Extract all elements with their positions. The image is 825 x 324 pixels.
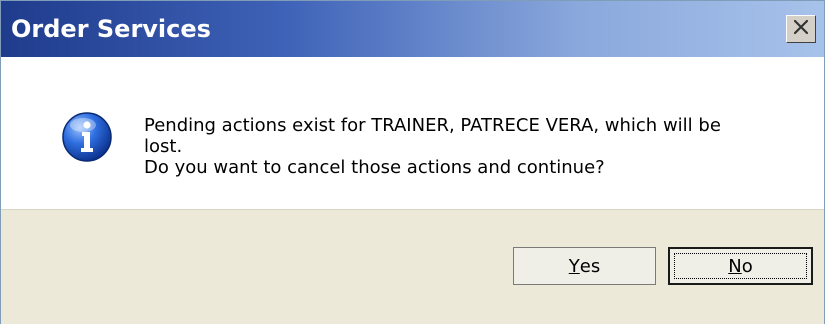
yes-label-rest: es [579,255,601,277]
message-line: Pending actions exist for TRAINER, PATRE… [144,115,721,136]
button-bar: Yes No [1,209,824,324]
confirmation-dialog: Order Services Pending actions exist for… [0,0,825,324]
close-icon [792,18,810,41]
yes-mnemonic: Y [568,255,580,277]
dialog-content: Pending actions exist for TRAINER, PATRE… [1,57,824,209]
dialog-message: Pending actions exist for TRAINER, PATRE… [144,115,794,178]
close-button[interactable] [786,15,816,43]
information-icon [61,111,113,163]
focus-rectangle [674,253,807,279]
dialog-title: Order Services [11,15,211,43]
title-bar[interactable]: Order Services [1,1,824,57]
yes-button[interactable]: Yes [513,247,656,285]
no-button[interactable]: No [668,247,813,285]
message-line: lost. [144,136,183,157]
message-line: Do you want to cancel those actions and … [144,157,605,178]
